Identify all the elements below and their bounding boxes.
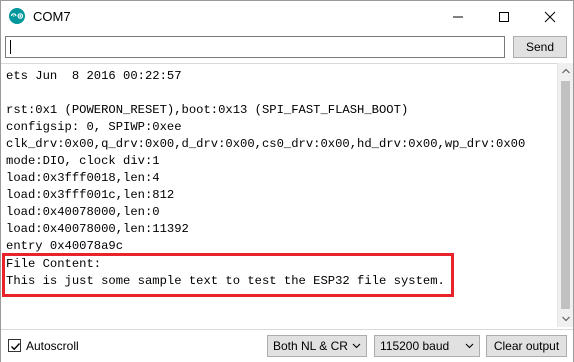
close-button[interactable] [527,1,573,32]
maximize-button[interactable] [481,1,527,32]
chevron-up-icon [562,68,570,74]
serial-output[interactable]: ets Jun 8 2016 00:22:57 rst:0x1 (POWERON… [1,63,557,327]
output-line: rst:0x1 (POWERON_RESET),boot:0x13 (SPI_F… [6,103,409,117]
baud-rate-select[interactable]: 115200 baud [374,335,480,357]
send-row: Send [1,34,573,61]
highlight-box [2,253,454,297]
line-ending-value: Both NL & CR [273,339,348,353]
arduino-icon [9,8,25,24]
output-line: mode:DIO, clock div:1 [6,154,160,168]
maximize-icon [499,12,509,22]
baud-rate-value: 115200 baud [380,339,450,353]
output-line: entry 0x40078a9c [6,239,124,253]
output-line: clk_drv:0x00,q_drv:0x00,d_drv:0x00,cs0_d… [6,137,526,151]
bottom-bar: Autoscroll Both NL & CR 115200 baud Clea… [1,329,573,362]
output-line: ets Jun 8 2016 00:22:57 [6,69,182,83]
text-caret [10,40,11,54]
send-button[interactable]: Send [513,36,567,58]
chevron-down-icon [562,316,570,322]
output-line: configsip: 0, SPIWP:0xee [6,120,182,134]
scroll-thumb[interactable] [561,81,570,309]
scroll-down-button[interactable] [558,310,574,327]
serial-input[interactable] [5,36,505,58]
window-title: COM7 [33,9,71,24]
title-bar[interactable]: COM7 [1,1,573,32]
output-line: load:0x40078000,len:0 [6,205,160,219]
autoscroll-checkbox[interactable] [8,339,21,352]
chevron-down-icon [465,343,474,349]
close-icon [544,11,556,23]
line-ending-select[interactable]: Both NL & CR [267,335,367,357]
output-line: load:0x3fff001c,len:812 [6,188,175,202]
output-line: load:0x3fff0018,len:4 [6,171,160,185]
chevron-down-icon [352,343,361,349]
checkmark-icon [11,343,21,351]
output-line: load:0x40078000,len:11392 [6,222,189,236]
autoscroll-label[interactable]: Autoscroll [26,339,79,353]
vertical-scrollbar[interactable] [557,63,573,327]
serial-monitor-window: COM7 Send ets Jun 8 2016 00:22:57 rst:0x… [0,0,574,362]
minimize-icon [453,16,463,18]
minimize-button[interactable] [435,1,481,32]
clear-output-button[interactable]: Clear output [486,335,567,357]
scroll-up-button[interactable] [558,63,574,80]
